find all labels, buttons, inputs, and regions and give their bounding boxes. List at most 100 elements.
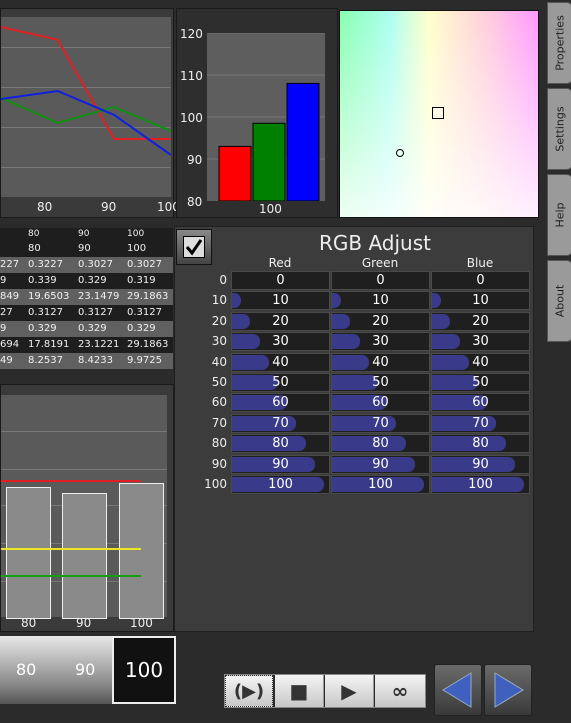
rgb-cell-blue[interactable]: 10 [431,291,530,311]
prev-button[interactable] [434,664,482,716]
rgb-cell-red[interactable]: 70 [231,413,330,433]
rgb-cell-blue[interactable]: 40 [431,352,530,372]
rgb-cell-green[interactable]: 0 [331,271,430,290]
next-button[interactable] [484,664,532,716]
rgb-enable-checkbox[interactable] [176,229,212,265]
rgb-cell-green[interactable]: 90 [331,454,430,474]
line-x-tick-80: 80 [37,200,53,214]
table-cell: 0.339 [28,275,57,286]
data-table: 80 90 100 80 90 100 227 0.3227 0.3027 0.3027 9 0… [0,228,173,369]
line-series [1,26,171,140]
scrubber-selected-label: 100 [124,658,164,682]
rgb-cell-red[interactable]: 100 [231,475,330,494]
line-chart-plot [1,17,171,197]
rgb-cell-blue[interactable]: 0 [431,271,530,290]
rgb-cell-green[interactable]: 70 [331,413,430,433]
rgb-cell-blue[interactable]: 30 [431,332,530,352]
rgb-col-header-blue: Blue [466,256,494,270]
table-cell: 100 [127,243,147,254]
bar-y-tick-80: 80 [187,195,203,209]
rgb-cell-red[interactable]: 90 [231,454,330,474]
table-header-cell: 90 [78,229,90,239]
rgb-cell-value: 100 [468,477,493,492]
rgb-cell-green[interactable]: 50 [331,373,430,392]
rgb-cell-green[interactable]: 30 [331,332,430,352]
rgb-cell-red[interactable]: 60 [231,393,330,413]
rgb-cell-red[interactable]: 50 [231,373,330,392]
tab-about[interactable]: About [547,260,571,342]
table-row: 27 0.3127 0.3127 0.3127 [0,305,173,321]
rgb-cell-value: 10 [372,293,389,309]
rgb-cell-blue[interactable]: 70 [431,413,530,433]
rgb-cell-red[interactable]: 10 [231,291,330,311]
color-picker[interactable] [339,10,539,218]
scrubber-label-80[interactable]: 80 [16,660,36,679]
rgb-row-label: 100 [204,477,227,491]
rgb-cell-blue[interactable]: 60 [431,393,530,413]
rgb-cell-blue[interactable]: 80 [431,434,530,454]
lower-x-tick-100: 100 [130,616,153,630]
bar-x-tick-100: 100 [259,202,282,216]
table-row: 49 8.2537 8.4233 9.9725 [0,353,173,369]
rgb-cell-red[interactable]: 20 [231,311,330,331]
table-cell: 0.329 [28,323,57,334]
rgb-cell-red[interactable]: 80 [231,434,330,454]
rgb-cell-value: 40 [372,354,389,370]
tab-help[interactable]: Help [547,174,571,256]
rgb-row-label: 80 [211,436,227,451]
lower-chart-plot [1,395,167,619]
play-loop-button[interactable]: (▶) [225,675,273,707]
bar-y-tick-90: 90 [187,153,203,167]
rgb-cell-green[interactable]: 100 [331,475,430,494]
color-picker-circle-handle[interactable] [396,149,404,157]
table-cell: 0.3227 [28,259,63,270]
tab-properties-label: Properties [553,15,567,71]
infinite-loop-button[interactable]: ∞ [375,675,425,707]
rgb-cell-green[interactable]: 60 [331,393,430,413]
rgb-cell-green[interactable]: 10 [331,291,430,311]
rgb-row-label: 40 [211,354,227,369]
tab-properties[interactable]: Properties [547,2,571,84]
rgb-cell-green[interactable]: 40 [331,352,430,372]
rgb-adjust-title: RGB Adjust [319,231,431,255]
table-row: 694 17.8191 23.1221 29.1863 [0,337,173,353]
lower-red-line [1,480,141,482]
table-cell: 0.329 [78,323,107,334]
table-cell: 8.2537 [28,355,63,366]
checkmark-icon [185,239,203,256]
color-picker-square-handle[interactable] [432,107,444,119]
table-cell: 0.3127 [28,307,63,318]
rgb-cell-blue[interactable]: 90 [431,454,530,474]
table-cell: 29.1863 [127,291,169,302]
rgb-cell-value: 80 [272,436,289,452]
rgb-row-label: 10 [211,293,227,308]
rgb-cell-red[interactable]: 0 [231,271,330,290]
scrubber-label-90[interactable]: 90 [75,660,95,679]
rgb-cell-value: 60 [272,395,289,411]
rgb-cell-green[interactable]: 80 [331,434,430,454]
rgb-row-label: 90 [211,456,227,471]
rgb-cell-red[interactable]: 30 [231,332,330,352]
tab-settings[interactable]: Settings [547,88,571,170]
rgb-cell-blue[interactable]: 100 [431,475,530,494]
rgb-cell-value: 70 [472,415,489,431]
arrow-left-icon [442,672,472,708]
table-cell: 23.1479 [78,291,120,302]
rgb-cell-red[interactable]: 40 [231,352,330,372]
rgb-cell-blue[interactable]: 20 [431,311,530,331]
table-header-cell: 80 [28,229,40,239]
value-scrubber[interactable]: 80 90 100 [0,636,176,704]
scrubber-selected[interactable]: 100 [112,636,176,704]
table-cell: 0.329 [127,323,156,334]
rgb-cell-blue[interactable]: 50 [431,373,530,392]
play-button[interactable]: ▶ [325,675,374,707]
rgb-cell-value: 50 [472,375,489,390]
rgb-cell-value: 0 [376,273,385,288]
stop-button[interactable]: ■ [275,675,324,707]
rgb-cell-value: 20 [372,313,389,329]
bar-y-tick-110: 110 [180,69,203,83]
lower-x-tick-80: 80 [21,616,37,630]
lower-x-tick-90: 90 [76,616,92,630]
rgb-cell-green[interactable]: 20 [331,311,430,331]
table-cell: 0.3027 [127,259,162,270]
